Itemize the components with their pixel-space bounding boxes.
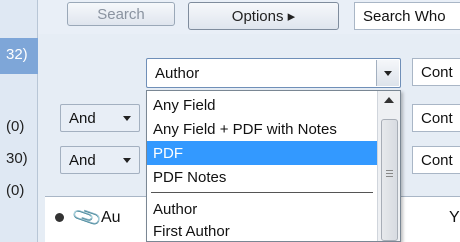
dropdown-arrow-icon[interactable] — [376, 60, 399, 86]
dropdown-scrollbar[interactable] — [377, 91, 400, 241]
search-button[interactable]: Search — [67, 2, 175, 26]
search-whole-library-field[interactable]: Search Who — [354, 2, 460, 30]
scrollbar-thumb[interactable] — [381, 119, 398, 241]
column-header-year[interactable]: Y — [449, 209, 460, 227]
collections-sidebar: 32) (0) 30) (0) — [0, 0, 38, 242]
attachment-paperclip-icon[interactable]: 📎 — [70, 200, 104, 234]
condition-field-select[interactable]: Author — [146, 58, 401, 88]
condition-operator-select[interactable]: Cont — [412, 58, 460, 86]
collection-count: 32) — [6, 46, 28, 63]
dropdown-option[interactable]: Author — [147, 197, 383, 221]
boolean-operator-select[interactable]: And — [60, 104, 140, 132]
dropdown-option[interactable]: Any Field + PDF with Notes — [147, 117, 383, 141]
boolean-operator-value: And — [69, 109, 96, 127]
unread-dot-icon[interactable] — [55, 213, 64, 222]
condition-field-value: Author — [155, 64, 200, 82]
collection-count: 30) — [6, 150, 28, 167]
dropdown-separator — [151, 192, 373, 193]
collection-count: (0) — [6, 118, 25, 135]
scroll-up-arrow-icon[interactable] — [384, 97, 394, 103]
condition-operator-select[interactable]: Cont — [412, 146, 460, 174]
chevron-down-icon — [123, 158, 131, 163]
boolean-operator-select[interactable]: And — [60, 146, 140, 174]
options-button[interactable]: Options ▸ — [188, 2, 339, 30]
dropdown-option[interactable]: PDF Notes — [147, 165, 383, 189]
collection-count: (0) — [6, 182, 25, 199]
dropdown-option-selected[interactable]: PDF — [147, 141, 383, 165]
dropdown-option[interactable]: First Author — [147, 219, 383, 241]
column-header-author[interactable]: Au — [101, 209, 121, 227]
dropdown-option[interactable]: Any Field — [147, 93, 383, 117]
field-dropdown-list: Any Field Any Field + PDF with Notes PDF… — [146, 90, 401, 242]
chevron-down-icon — [123, 116, 131, 121]
condition-operator-select[interactable]: Cont — [412, 104, 460, 132]
boolean-operator-value: And — [69, 151, 96, 169]
